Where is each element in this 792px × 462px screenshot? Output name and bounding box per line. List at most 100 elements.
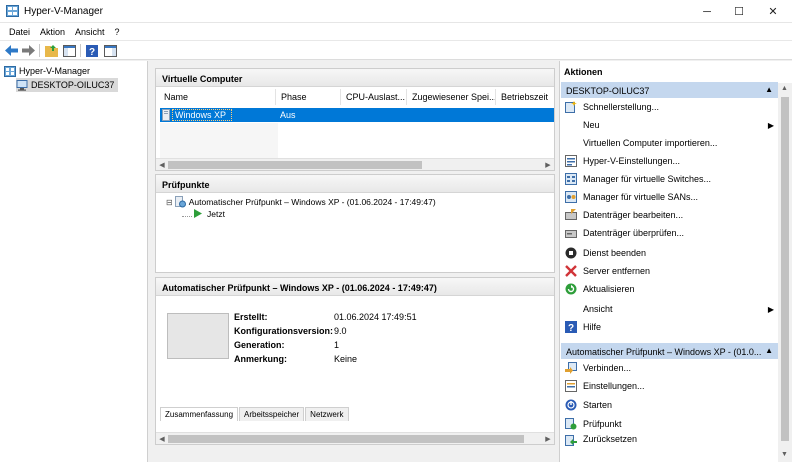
help-toolbar-button[interactable]: ? <box>84 43 100 58</box>
scroll-left-arrow-icon[interactable]: ◀ <box>157 434 167 444</box>
generation-value: 1 <box>334 340 340 350</box>
folder-up-icon <box>44 44 58 57</box>
vm-settings-icon <box>564 380 577 393</box>
show-hide-action-pane-button[interactable] <box>102 43 118 58</box>
hyper-v-manager-icon <box>4 65 16 77</box>
help-book-icon: ? <box>86 44 98 57</box>
scrollbar-thumb[interactable] <box>168 435 524 443</box>
blank-icon <box>564 303 577 316</box>
table-row[interactable]: Windows XP Aus <box>160 108 554 122</box>
svg-text:?: ? <box>567 323 573 333</box>
action-revert[interactable]: Zurücksetzen <box>564 434 776 446</box>
action-label: Ansicht <box>583 304 613 314</box>
remove-server-icon <box>564 265 577 278</box>
action-start[interactable]: Starten <box>564 397 776 413</box>
details-horizontal-scrollbar[interactable]: ◀ ▶ <box>156 432 554 444</box>
tab-memory[interactable]: Arbeitsspeicher <box>239 407 305 421</box>
actions-section-checkpoint-header[interactable]: Automatischer Prüfpunkt – Windows XP - (… <box>561 343 778 359</box>
action-import-vm[interactable]: Virtuellen Computer importieren... <box>564 135 776 151</box>
column-name[interactable]: Name ^ <box>159 89 276 105</box>
forward-button[interactable] <box>20 43 36 58</box>
note-label: Anmerkung: <box>234 354 288 364</box>
vm-thumbnail <box>167 313 229 359</box>
scroll-up-arrow-icon[interactable]: ▲ <box>781 85 788 92</box>
tab-summary[interactable]: Zusammenfassung <box>160 407 239 421</box>
action-label: Hyper-V-Einstellungen... <box>583 156 681 166</box>
collapse-up-icon[interactable]: ▲ <box>765 346 773 355</box>
hyper-v-app-icon <box>6 5 19 17</box>
actions-vertical-scrollbar[interactable]: ▲ ▼ <box>778 83 792 462</box>
window-title: Hyper-V-Manager <box>24 6 103 17</box>
close-button[interactable]: ✕ <box>758 0 788 23</box>
action-label: Server entfernen <box>583 266 651 276</box>
minimize-button[interactable]: ─ <box>692 0 722 23</box>
scroll-down-arrow-icon[interactable]: ▼ <box>781 451 788 458</box>
column-name-label: Name <box>164 92 189 102</box>
menu-help[interactable]: ? <box>110 27 125 37</box>
scrollbar-thumb[interactable] <box>781 97 789 441</box>
maximize-button[interactable]: ☐ <box>724 0 754 23</box>
menu-aktion[interactable]: Aktion <box>35 27 70 37</box>
checkpoint-icon <box>564 418 577 431</box>
toolbar-separator <box>80 44 81 57</box>
blank-icon <box>564 119 577 132</box>
tree-host-desktop[interactable]: DESKTOP-OILUC37 <box>16 78 119 92</box>
actions-title: Aktionen <box>564 67 603 77</box>
checkpoints-panel: Prüfpunkte ⊟ Automatischer Prüfpunkt – W… <box>155 174 555 273</box>
action-remove-server[interactable]: Server entfernen <box>564 263 776 279</box>
menu-datei[interactable]: Datei <box>4 27 35 37</box>
vm-name-cell: Windows XP <box>160 109 274 121</box>
action-label: Datenträger überprüfen... <box>583 228 685 238</box>
action-new[interactable]: Neu ▶ <box>564 117 776 133</box>
action-edit-disk[interactable]: Datenträger bearbeiten... <box>564 207 776 223</box>
tree-root-hyper-v-manager[interactable]: Hyper-V-Manager <box>4 64 90 78</box>
column-memory[interactable]: Zugewiesener Spei... <box>407 89 496 105</box>
created-value: 01.06.2024 17:49:51 <box>334 312 417 322</box>
action-stop-service[interactable]: Dienst beenden <box>564 245 776 261</box>
action-quick-create[interactable]: Schnellerstellung... <box>564 99 776 115</box>
menu-ansicht[interactable]: Ansicht <box>70 27 110 37</box>
action-view[interactable]: Ansicht ▶ <box>564 301 776 317</box>
console-tree-icon <box>62 44 76 57</box>
action-refresh[interactable]: Aktualisieren <box>564 281 776 297</box>
help-icon: ? <box>564 321 577 334</box>
blank-icon <box>564 137 577 150</box>
vm-list-header: Name ^ Phase CPU-Auslast... Zugewiesener… <box>159 89 554 105</box>
submenu-arrow-icon: ▶ <box>767 304 774 314</box>
action-help[interactable]: ? Hilfe <box>564 319 776 335</box>
action-vm-settings[interactable]: Einstellungen... <box>564 378 776 394</box>
show-hide-console-tree-button[interactable] <box>61 43 77 58</box>
action-inspect-disk[interactable]: Datenträger überprüfen... <box>564 225 776 241</box>
scroll-right-arrow-icon[interactable]: ▶ <box>543 160 553 170</box>
scroll-left-arrow-icon[interactable]: ◀ <box>157 160 167 170</box>
vm-off-icon <box>162 109 170 121</box>
action-connect[interactable]: Verbinden... <box>564 360 776 376</box>
config-version-value: 9.0 <box>334 326 347 336</box>
up-folder-button[interactable] <box>43 43 59 58</box>
action-label: Manager für virtuelle Switches... <box>583 174 712 184</box>
server-icon <box>16 79 28 91</box>
tab-network[interactable]: Netzwerk <box>305 407 349 421</box>
scroll-right-arrow-icon[interactable]: ▶ <box>543 434 553 444</box>
scrollbar-thumb[interactable] <box>168 161 422 169</box>
inspect-disk-icon <box>564 227 577 240</box>
checkpoint-now-item[interactable]: Jetzt <box>182 208 225 219</box>
actions-pane: Aktionen DESKTOP-OILUC37 ▲ Schnellerstel… <box>559 61 792 462</box>
actions-section-host-header[interactable]: DESKTOP-OILUC37 ▲ <box>561 82 778 98</box>
column-cpu[interactable]: CPU-Auslast... <box>341 89 407 105</box>
action-virtual-san-manager[interactable]: Manager für virtuelle SANs... <box>564 189 776 205</box>
collapse-up-icon[interactable]: ▲ <box>765 85 773 94</box>
vm-list-horizontal-scrollbar[interactable]: ◀ ▶ <box>156 158 554 170</box>
center-pane: Virtuelle Computer Name ^ Phase CPU-Ausl… <box>155 65 555 445</box>
action-virtual-switch-manager[interactable]: Manager für virtuelle Switches... <box>564 171 776 187</box>
checkpoint-tree-item[interactable]: ⊟ Automatischer Prüfpunkt – Windows XP -… <box>166 196 436 208</box>
action-hyperv-settings[interactable]: Hyper-V-Einstellungen... <box>564 153 776 169</box>
back-button[interactable] <box>3 43 19 58</box>
column-uptime[interactable]: Betriebszeit <box>496 89 553 105</box>
details-tabs: Zusammenfassung Arbeitsspeicher Netzwerk <box>160 407 350 421</box>
details-panel: Automatischer Prüfpunkt – Windows XP - (… <box>155 277 555 445</box>
action-label: Starten <box>583 400 613 410</box>
action-checkpoint[interactable]: Prüfpunkt <box>564 416 776 432</box>
collapse-icon[interactable]: ⊟ <box>166 198 173 207</box>
column-phase[interactable]: Phase <box>276 89 341 105</box>
